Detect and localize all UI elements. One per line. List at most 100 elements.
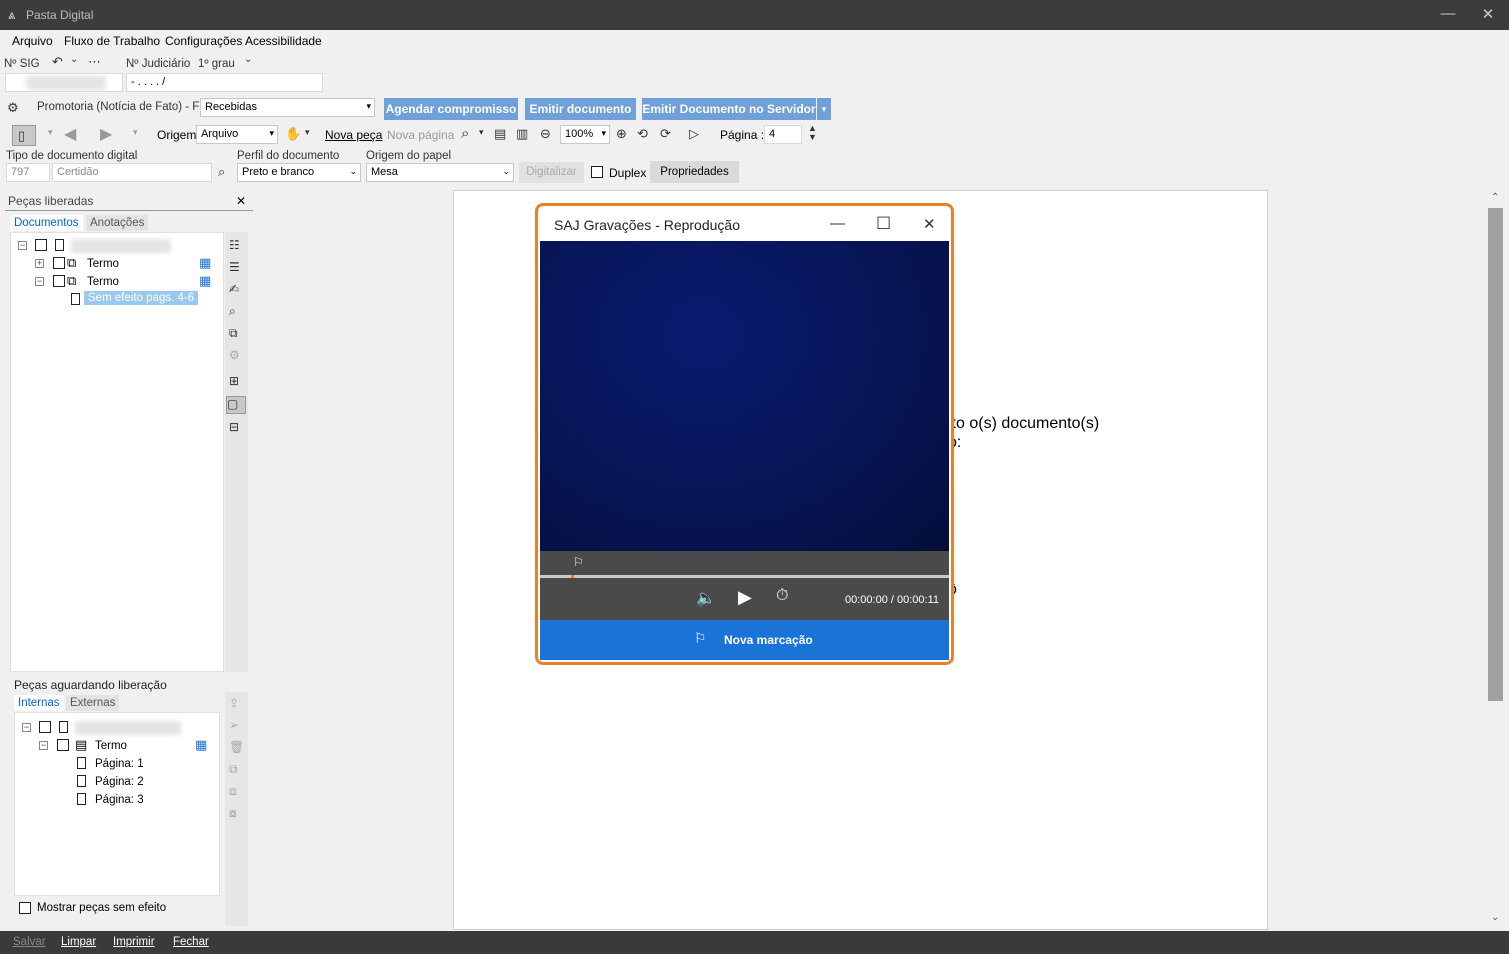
rotate-left-icon[interactable]: ⟲ [637,126,648,142]
next-page-icon[interactable]: ▶ [100,124,112,144]
perfil-select[interactable]: Preto e branco ⌄ [237,163,361,182]
list-item[interactable]: Termo [87,258,119,270]
timer-icon[interactable]: ⏱ [776,587,788,605]
list-item[interactable]: Termo [95,740,127,752]
chevron-down-icon[interactable]: ⌄ [70,54,78,65]
emitir-servidor-dropdown[interactable]: ▾ [817,98,831,120]
tab-externas[interactable]: Externas [66,695,120,711]
vertical-scrollbar[interactable]: ⌃ ⌄ [1486,190,1506,928]
propriedades-button[interactable]: Propriedades [650,161,739,183]
release-icon[interactable]: ⇪ [229,696,239,710]
scroll-up-icon[interactable]: ⌃ [1491,192,1499,203]
list-item[interactable]: Página: 3 [95,794,144,806]
collapse-icon[interactable]: − [22,723,31,732]
menu-acessibilidade[interactable]: Acessibilidade [245,34,322,48]
page-stepper-icon[interactable]: ▲ ▼ [808,124,817,142]
salvar-button[interactable]: Salvar [13,936,46,948]
rotate-right-icon[interactable]: ⟳ [660,126,671,142]
close-icon[interactable]: ✕ [923,215,936,233]
menu-configuracoes[interactable]: Configurações [165,34,242,48]
origem-papel-select[interactable]: Mesa ⌄ [366,163,514,182]
tree-checkbox[interactable] [53,257,65,269]
search-doc-icon[interactable]: ⌕ [229,304,236,319]
tree-checkbox[interactable] [57,739,69,751]
scroll-thumb[interactable] [1488,208,1503,701]
list-view-icon[interactable]: ☰ [229,260,240,274]
tab-anotacoes[interactable]: Anotações [86,215,149,231]
zoom-in-icon[interactable]: ⊕ [616,126,627,142]
grau-dropdown-icon[interactable]: ⌄ [244,54,252,65]
duplex-checkbox[interactable] [591,166,603,178]
collapse-icon[interactable]: − [35,277,44,286]
collapse-icon[interactable]: − [18,241,27,250]
collapse-icon[interactable]: − [39,741,48,750]
send-icon[interactable]: ➢ [229,718,239,732]
note-icon[interactable]: ▢ [226,396,246,414]
nova-peca-button[interactable]: Nova peça [325,128,382,142]
tree-checkbox[interactable] [35,239,47,251]
list-item[interactable]: Termo [87,276,119,288]
maximize-icon[interactable]: ☐ [876,214,891,234]
chevron-down-icon[interactable]: ▾ [479,127,484,138]
pagina-input[interactable]: 4 [764,125,802,144]
stamp-icon[interactable]: ⚙ [229,348,240,362]
chevron-down-icon[interactable]: ▾ [48,127,53,138]
limpar-button[interactable]: Limpar [61,936,96,948]
delete-icon[interactable]: 🗑 [229,740,244,754]
sign-icon[interactable]: ✍ [229,282,239,296]
split-icon[interactable]: ⧇ [229,806,237,821]
page-mode-button[interactable]: ▯ [12,125,36,146]
tree-view-icon[interactable]: ☷ [229,238,240,252]
fila-select[interactable]: Recebidas ▾ [200,98,375,117]
origem-select[interactable]: Arquivo ▾ [196,125,278,144]
chevron-down-icon[interactable]: ▾ [133,127,138,138]
emitir-servidor-button[interactable]: Emitir Documento no Servidor [642,98,816,120]
more-icon[interactable]: ⋯ [88,54,101,70]
volume-icon[interactable]: 🔈 [696,588,716,608]
flag-marker-icon[interactable]: ⚐ [573,555,584,569]
search-icon[interactable]: ⌕ [218,164,225,180]
list-item[interactable]: Sem efeito pags. 4-6 [84,291,199,305]
search-icon[interactable]: ⌕ [461,125,469,142]
menu-fluxo[interactable]: Fluxo de Trabalho [64,34,160,48]
judiciario-input[interactable]: - . . . . / [126,73,323,92]
play-icon[interactable]: ▶ [738,587,752,608]
nova-marcacao-button[interactable]: ⚐ Nova marcação [540,620,949,660]
add-note-icon[interactable]: ⊞ [229,374,239,388]
prev-page-icon[interactable]: ◀ [64,124,76,144]
digitalizar-button[interactable]: Digitalizar [519,162,584,183]
fit-width-icon[interactable]: ▤ [494,126,506,142]
tab-documentos[interactable]: Documentos [10,215,83,231]
page-properties-icon[interactable]: ▷ [689,126,699,142]
sig-input[interactable] [5,73,123,92]
tree-checkbox[interactable] [39,721,51,733]
merge-icon[interactable]: ⧈ [229,784,237,799]
tree-checkbox[interactable] [53,275,65,287]
emitir-button[interactable]: Emitir documento [525,98,636,120]
close-panel-button[interactable]: ✕ [236,194,246,208]
close-window-button[interactable]: ✕ [1478,5,1498,23]
scroll-down-icon[interactable]: ⌄ [1491,912,1499,923]
minimize-button[interactable]: — [1438,5,1458,22]
agendar-button[interactable]: Agendar compromisso [384,98,518,120]
list-item[interactable]: Página: 1 [95,758,144,770]
mostrar-checkbox[interactable] [19,902,31,914]
fechar-button[interactable]: Fechar [173,936,209,948]
flow-icon[interactable]: ⊟ [229,420,239,434]
chevron-down-icon[interactable]: ▾ [305,127,310,138]
minimize-icon[interactable]: — [830,215,845,232]
copy-icon[interactable]: ⧉ [229,326,238,341]
zoom-select[interactable]: 100% ▾ [560,125,610,144]
copy-icon[interactable]: ⧉ [229,762,238,777]
back-icon[interactable]: ↶ [52,54,63,70]
list-item[interactable]: Página: 2 [95,776,144,788]
tab-internas[interactable]: Internas [14,695,64,711]
fit-page-icon[interactable]: ▥ [516,126,528,142]
tipo-name-input[interactable]: Certidão [52,163,212,182]
video-area[interactable] [540,241,949,551]
hand-icon[interactable]: ✋ [285,126,301,142]
zoom-out-icon[interactable]: ⊖ [540,126,551,142]
imprimir-button[interactable]: Imprimir [113,936,155,948]
menu-arquivo[interactable]: Arquivo [12,34,53,48]
expand-icon[interactable]: + [35,259,44,268]
